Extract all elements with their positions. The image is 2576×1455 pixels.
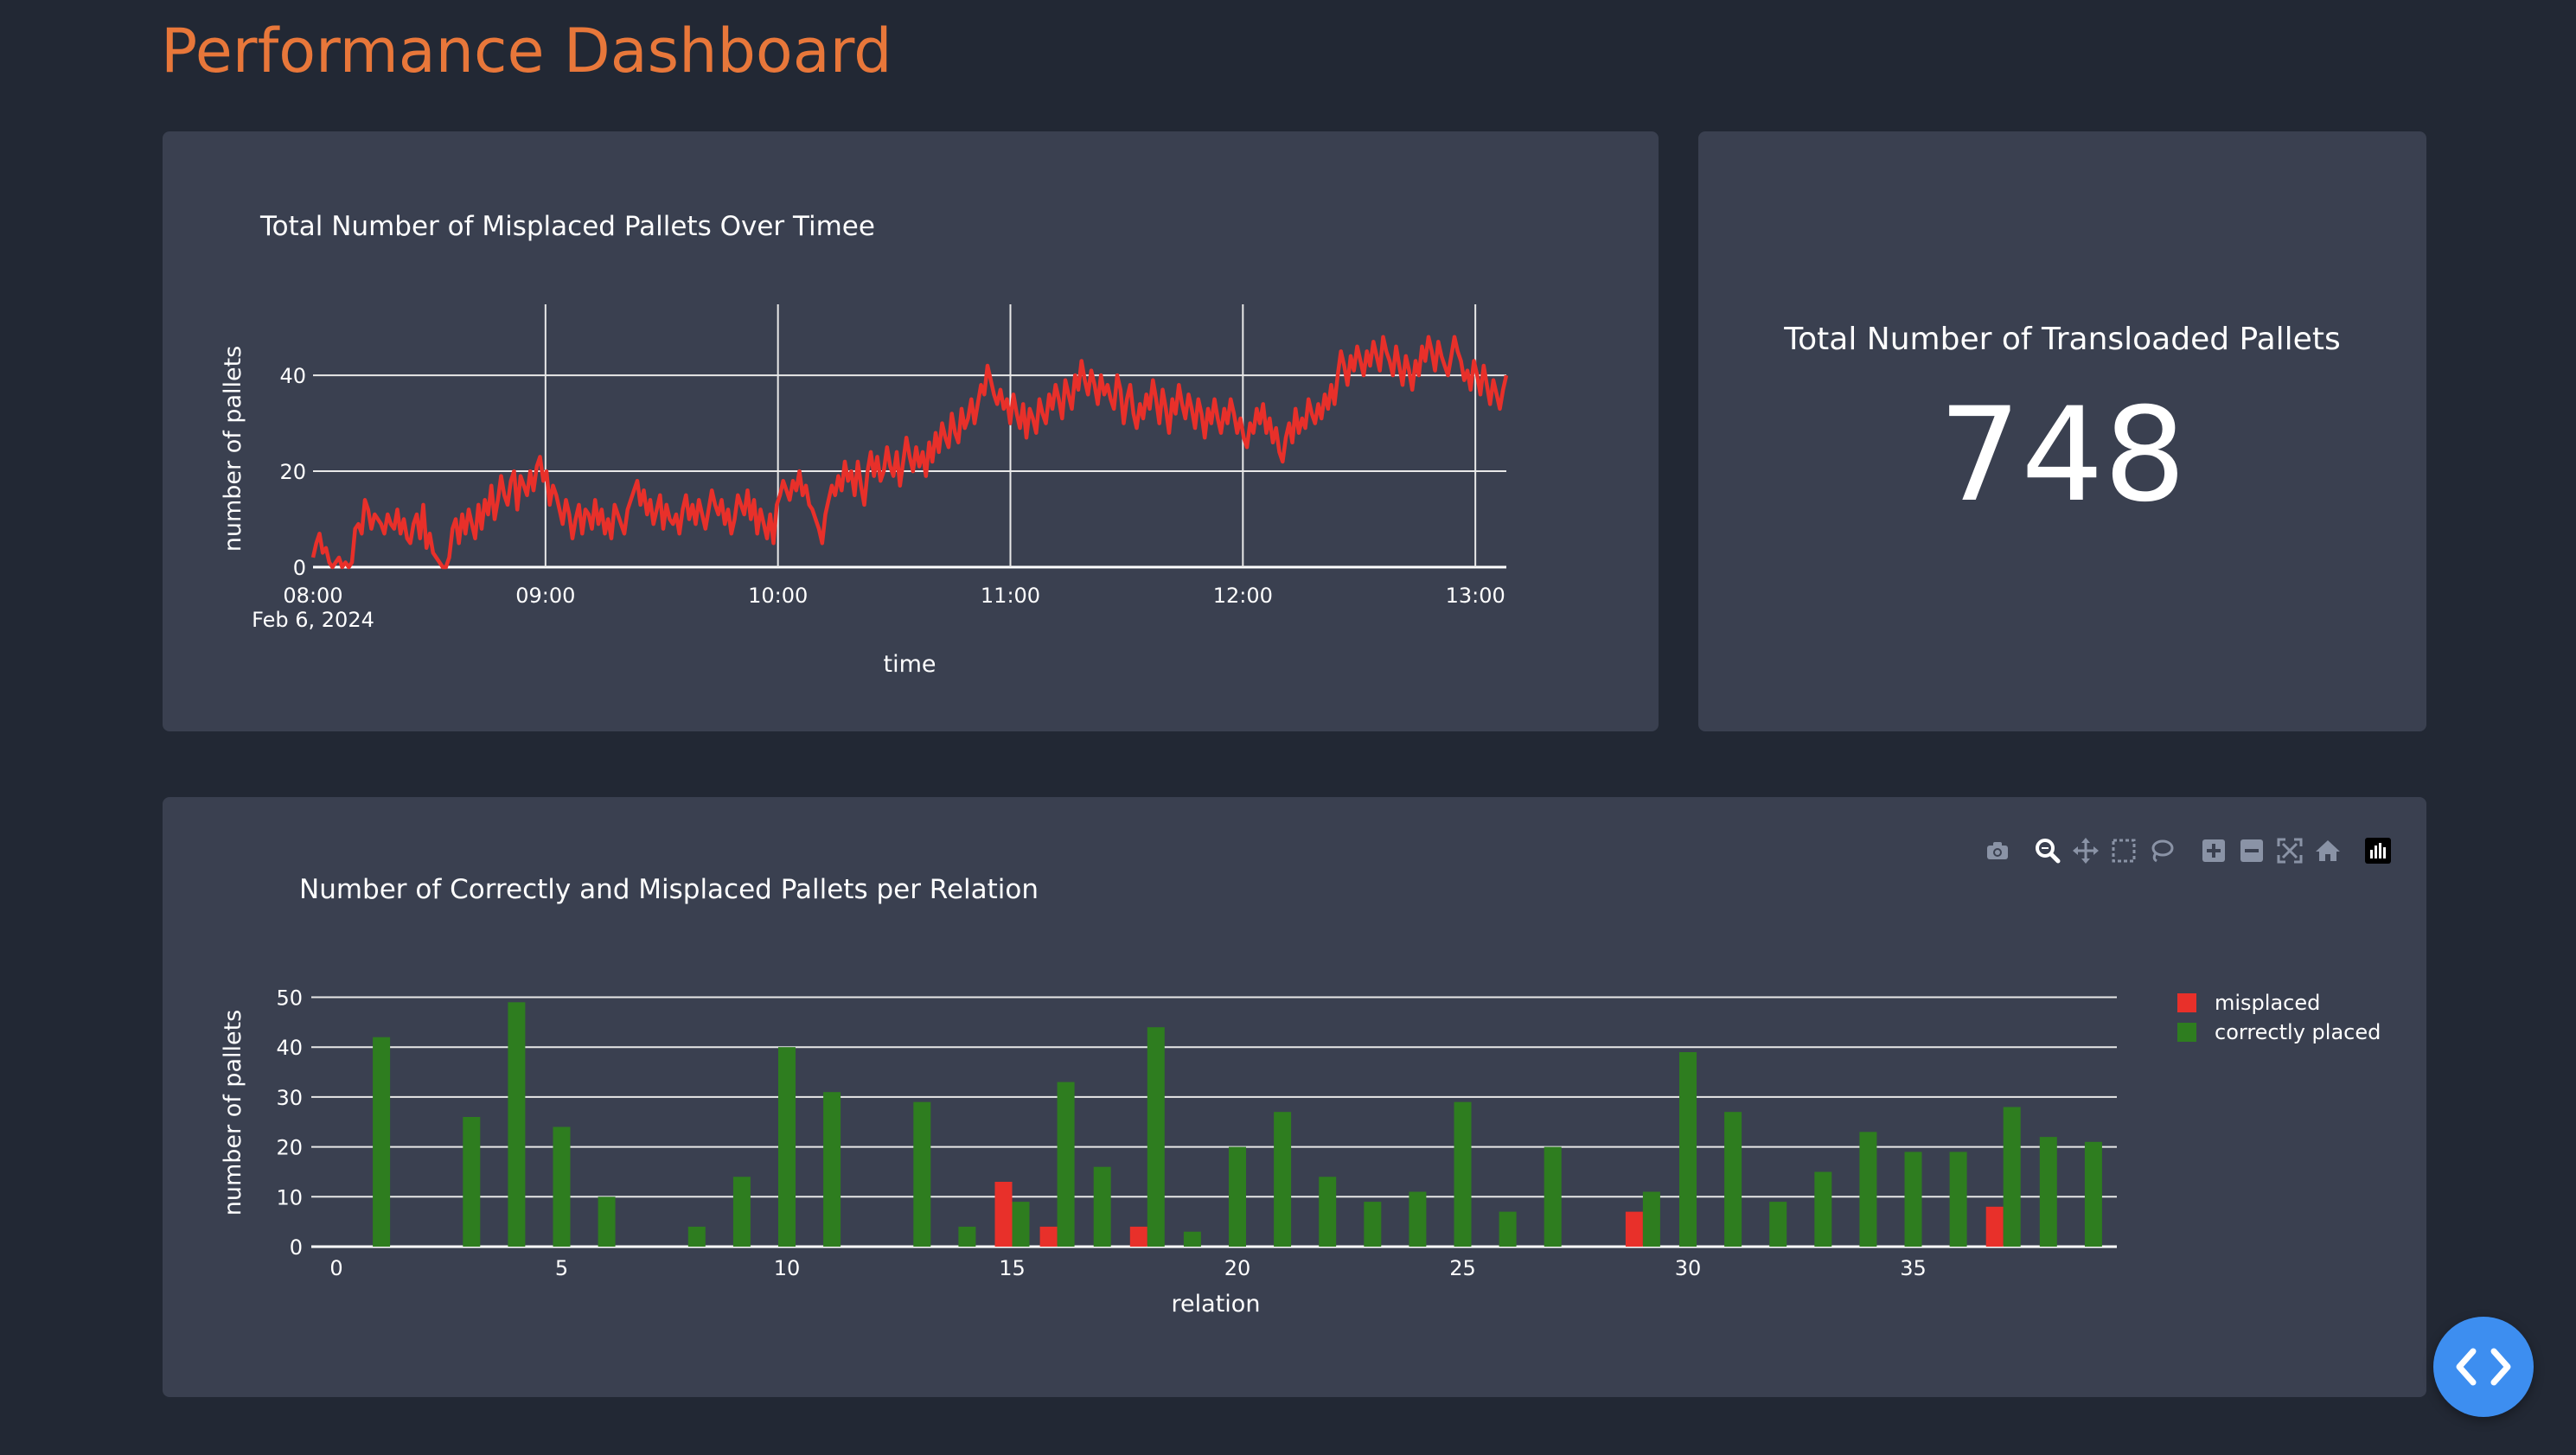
correctly-placed-bar[interactable]	[1364, 1202, 1382, 1247]
line-y-tick-label: 0	[293, 556, 306, 580]
bar-x-tick-label: 30	[1675, 1256, 1702, 1280]
correctly-placed-bar[interactable]	[1949, 1152, 1967, 1247]
correctly-placed-bar[interactable]	[598, 1197, 616, 1247]
correctly-placed-bar[interactable]	[1012, 1202, 1030, 1247]
line-y-tick-label: 20	[279, 460, 306, 484]
correctly-placed-bar[interactable]	[2039, 1137, 2057, 1247]
bar-y-tick-label: 0	[290, 1235, 303, 1260]
box-select-icon[interactable]	[2106, 832, 2141, 870]
correctly-placed-bar[interactable]	[1904, 1152, 1922, 1247]
correctly-placed-bar[interactable]	[1679, 1052, 1697, 1247]
bar-y-tick-label: 10	[276, 1185, 303, 1209]
correctly-placed-bar[interactable]	[1183, 1231, 1201, 1247]
line-x-tick-label: 10:00	[748, 584, 808, 608]
correctly-placed-bar[interactable]	[1229, 1146, 1246, 1247]
misplaced-series-line	[310, 335, 1509, 570]
bar-y-tick-label: 30	[276, 1086, 303, 1110]
correctly-placed-bar[interactable]	[1319, 1177, 1337, 1247]
line-x-tick-label: 08:00	[283, 584, 342, 608]
legend-swatch[interactable]	[2177, 1023, 2196, 1042]
pallets-per-relation-chart[interactable]: Number of Correctly and Misplaced Pallet…	[163, 797, 2426, 1397]
line-x-tick-label: 13:00	[1446, 584, 1505, 608]
line-x-tick-date-label: Feb 6, 2024	[252, 608, 374, 632]
correctly-placed-bar[interactable]	[1147, 1027, 1165, 1247]
zoom-icon[interactable]	[2030, 832, 2065, 870]
misplaced-over-time-card: Total Number of Misplaced Pallets Over T…	[163, 131, 1659, 731]
line-y-tick-label: 40	[279, 364, 306, 388]
line-x-tick-label: 11:00	[981, 584, 1040, 608]
correctly-placed-bar[interactable]	[1499, 1211, 1517, 1247]
bar-chart-title: Number of Correctly and Misplaced Pallet…	[299, 874, 1039, 905]
line-y-axis-label: number of pallets	[220, 346, 246, 552]
legend-swatch[interactable]	[2177, 993, 2196, 1012]
correctly-placed-bar[interactable]	[1093, 1166, 1111, 1247]
legend-label[interactable]: misplaced	[2215, 991, 2320, 1015]
plotly-logo-icon[interactable]	[2361, 832, 2395, 870]
correctly-placed-bar[interactable]	[1274, 1112, 1292, 1247]
misplaced-bar[interactable]	[994, 1182, 1013, 1247]
bar-y-tick-label: 20	[276, 1136, 303, 1160]
correctly-placed-bar[interactable]	[958, 1226, 976, 1247]
correctly-placed-bar[interactable]	[1454, 1101, 1472, 1247]
camera-icon[interactable]	[1980, 832, 2015, 870]
zoom-out-icon[interactable]	[2234, 832, 2269, 870]
autoscale-icon[interactable]	[2272, 832, 2307, 870]
bar-x-tick-label: 0	[329, 1256, 342, 1280]
code-icon	[2456, 1348, 2511, 1386]
misplaced-bar[interactable]	[1985, 1206, 2004, 1247]
kpi-value: 748	[1938, 380, 2187, 531]
legend-label[interactable]: correctly placed	[2215, 1020, 2381, 1044]
correctly-placed-bar[interactable]	[913, 1101, 931, 1247]
correctly-placed-bar[interactable]	[1409, 1191, 1427, 1248]
correctly-placed-bar[interactable]	[823, 1092, 841, 1247]
correctly-placed-bar[interactable]	[553, 1126, 571, 1248]
bar-y-tick-label: 50	[276, 986, 303, 1011]
bar-x-axis-label: relation	[1172, 1291, 1261, 1318]
line-x-tick-label: 09:00	[515, 584, 575, 608]
misplaced-bar[interactable]	[1039, 1226, 1058, 1247]
misplaced-over-time-chart[interactable]: Total Number of Misplaced Pallets Over T…	[163, 131, 1659, 731]
pallets-per-relation-card: Number of Correctly and Misplaced Pallet…	[163, 797, 2426, 1397]
code-toggle-button[interactable]	[2433, 1317, 2534, 1417]
page-title: Performance Dashboard	[161, 16, 892, 86]
correctly-placed-bar[interactable]	[2003, 1107, 2021, 1248]
correctly-placed-bar[interactable]	[732, 1177, 751, 1247]
kpi-title: Total Number of Transloaded Pallets	[1784, 322, 2341, 357]
bar-x-tick-label: 5	[555, 1256, 568, 1280]
correctly-placed-bar[interactable]	[508, 1002, 526, 1247]
bar-x-tick-label: 35	[1900, 1256, 1927, 1280]
bar-x-tick-label: 10	[774, 1256, 801, 1280]
correctly-placed-bar[interactable]	[463, 1117, 481, 1247]
correctly-placed-bar[interactable]	[1057, 1082, 1075, 1247]
correctly-placed-bar[interactable]	[1769, 1202, 1787, 1247]
bar-y-axis-label: number of pallets	[220, 1010, 246, 1216]
reset-axes-icon[interactable]	[2311, 832, 2345, 870]
correctly-placed-bar[interactable]	[687, 1226, 706, 1247]
correctly-placed-bar[interactable]	[1544, 1146, 1562, 1247]
correctly-placed-bar[interactable]	[1724, 1112, 1742, 1247]
line-chart-title: Total Number of Misplaced Pallets Over T…	[259, 211, 875, 242]
line-x-axis-label: time	[883, 651, 936, 678]
misplaced-bar[interactable]	[1129, 1226, 1147, 1247]
line-x-tick-label: 12:00	[1213, 584, 1273, 608]
misplaced-bar[interactable]	[1625, 1211, 1643, 1247]
lasso-icon[interactable]	[2145, 832, 2179, 870]
bar-y-tick-label: 40	[276, 1036, 303, 1060]
bar-x-tick-label: 25	[1449, 1256, 1476, 1280]
transloaded-pallets-card: Total Number of Transloaded Pallets 748	[1698, 131, 2426, 731]
bar-x-tick-label: 20	[1224, 1256, 1251, 1280]
correctly-placed-bar[interactable]	[1859, 1132, 1877, 1247]
correctly-placed-bar[interactable]	[778, 1047, 796, 1247]
correctly-placed-bar[interactable]	[373, 1037, 391, 1247]
correctly-placed-bar[interactable]	[2084, 1141, 2102, 1247]
correctly-placed-bar[interactable]	[1642, 1191, 1660, 1248]
pan-icon[interactable]	[2068, 832, 2103, 870]
bar-x-tick-label: 15	[999, 1256, 1026, 1280]
zoom-in-icon[interactable]	[2196, 832, 2231, 870]
correctly-placed-bar[interactable]	[1814, 1171, 1832, 1248]
